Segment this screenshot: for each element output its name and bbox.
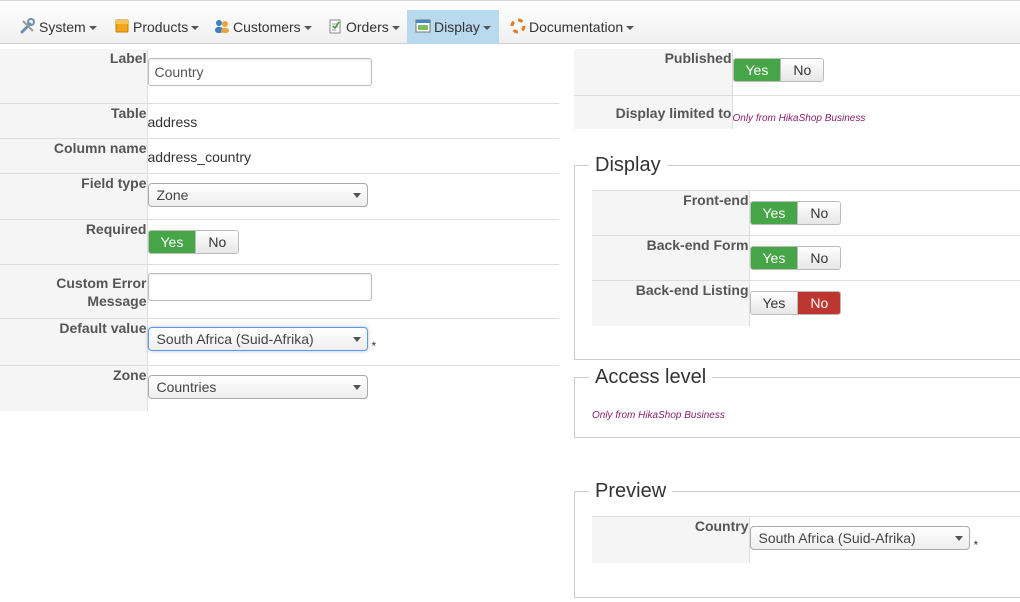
published-toggle: Yes No <box>732 58 825 82</box>
required-no-button[interactable]: No <box>195 230 239 253</box>
field-type-label: Field type <box>0 173 148 219</box>
row-required: Required Yes No <box>0 219 559 264</box>
published-yes-button[interactable]: Yes <box>733 59 781 81</box>
caret-down-icon <box>391 26 400 30</box>
row-backend-form: Back-end Form Yes No <box>592 235 1020 281</box>
access-level-note: Only from HikaShop Business <box>592 410 725 421</box>
row-table: Table address <box>0 103 559 138</box>
chevron-down-icon <box>352 336 361 342</box>
row-backend-listing: Back-end Listing Yes No <box>592 280 1020 326</box>
chevron-down-icon <box>352 384 361 390</box>
display-legend: Display <box>589 153 667 177</box>
display-table: Front-end Yes No Back-end Form Yes No Back… <box>592 190 1020 326</box>
menu-display[interactable]: Display <box>407 10 499 44</box>
label-input[interactable] <box>147 58 372 86</box>
clipboard-icon <box>327 18 343 34</box>
backend-form-yes-button[interactable]: Yes <box>750 247 798 269</box>
row-frontend: Front-end Yes No <box>592 190 1020 236</box>
field-properties-table: Label Table address Column name address_… <box>0 49 559 411</box>
required-yes-button[interactable]: Yes <box>148 230 196 253</box>
label-label: Label <box>0 49 148 103</box>
backend-form-label: Back-end Form <box>592 235 750 281</box>
caret-down-icon <box>88 26 97 30</box>
menu-display-label: Display <box>434 19 480 35</box>
menu-documentation[interactable]: Documentation <box>502 10 642 44</box>
frontend-toggle: Yes No <box>749 201 842 225</box>
row-zone: Zone Countries <box>0 365 559 411</box>
top-menu-bar: System Products Customers Orders Display… <box>0 0 1020 44</box>
menu-customers-label: Customers <box>233 19 301 35</box>
required-star: * <box>371 338 377 353</box>
backend-form-toggle: Yes No <box>749 246 842 270</box>
chevron-down-icon <box>352 192 361 198</box>
preview-country-selected: South Africa (Suid-Afrika) <box>758 530 916 546</box>
custom-error-input[interactable] <box>147 272 372 301</box>
box-icon <box>114 18 130 34</box>
preview-country-select[interactable]: South Africa (Suid-Afrika) <box>749 526 970 550</box>
menu-orders-label: Orders <box>346 19 389 35</box>
window-icon <box>415 18 431 34</box>
menu-products-label: Products <box>133 19 189 35</box>
chevron-down-icon <box>954 536 963 541</box>
field-type-selected: Zone <box>156 186 189 203</box>
users-icon <box>214 18 230 34</box>
access-level-legend: Access level <box>589 365 713 389</box>
required-star: * <box>973 538 979 552</box>
column-name-value: address_country <box>147 148 252 165</box>
preview-country-label: Country <box>592 516 750 563</box>
wrench-icon <box>20 18 36 34</box>
default-value-label: Default value <box>0 318 148 365</box>
publish-table: Published Yes No Display limited to Only … <box>574 49 1020 129</box>
menu-customers[interactable]: Customers <box>206 10 320 44</box>
table-value: address <box>147 113 198 130</box>
row-published: Published Yes No <box>574 49 1020 95</box>
frontend-no-button[interactable]: No <box>797 202 841 224</box>
frontend-yes-button[interactable]: Yes <box>750 202 798 224</box>
caret-down-icon <box>482 26 491 30</box>
caret-down-icon <box>191 26 200 30</box>
row-default-value: Default value South Africa (Suid-Afrika)… <box>0 318 559 365</box>
table-label: Table <box>0 103 148 138</box>
column-name-label: Column name <box>0 138 148 173</box>
published-label: Published <box>574 49 733 95</box>
default-value-select[interactable]: South Africa (Suid-Afrika) <box>147 326 368 351</box>
caret-down-icon <box>626 26 635 30</box>
required-label: Required <box>0 219 148 264</box>
preview-table: Country South Africa (Suid-Afrika) * <box>592 516 1020 563</box>
field-type-select[interactable]: Zone <box>147 182 368 207</box>
zone-label: Zone <box>0 365 148 411</box>
required-toggle: Yes No <box>147 229 240 254</box>
menu-documentation-label: Documentation <box>529 19 624 35</box>
default-value-selected: South Africa (Suid-Afrika) <box>156 330 314 347</box>
backend-listing-toggle: Yes No <box>749 291 842 315</box>
row-label: Label <box>0 49 559 103</box>
menu-system[interactable]: System <box>12 10 105 44</box>
row-field-type: Field type Zone <box>0 173 559 219</box>
zone-selected: Countries <box>156 378 217 395</box>
backend-listing-yes-button[interactable]: Yes <box>750 292 798 314</box>
display-limited-note: Only from HikaShop Business <box>732 112 866 124</box>
menu-orders[interactable]: Orders <box>319 10 408 44</box>
frontend-label: Front-end <box>592 190 750 236</box>
preview-fieldset: Preview Country South Africa (Suid-Afrik… <box>574 479 1020 598</box>
row-custom-error: Custom Error Message <box>0 264 559 318</box>
published-no-button[interactable]: No <box>780 59 824 81</box>
row-display-limited: Display limited to Only from HikaShop Bu… <box>574 95 1020 129</box>
caret-down-icon <box>303 26 312 30</box>
backend-listing-no-button[interactable]: No <box>797 292 841 314</box>
custom-error-label: Custom Error Message <box>0 264 148 318</box>
menu-system-label: System <box>39 19 86 35</box>
menu-products[interactable]: Products <box>106 10 207 44</box>
row-column-name: Column name address_country <box>0 138 559 173</box>
display-limited-label: Display limited to <box>574 95 733 129</box>
row-preview-country: Country South Africa (Suid-Afrika) * <box>592 516 1020 563</box>
zone-select[interactable]: Countries <box>147 374 368 399</box>
backend-listing-label: Back-end Listing <box>592 280 750 326</box>
backend-form-no-button[interactable]: No <box>797 247 841 269</box>
display-fieldset: Display Front-end Yes No Back-end Form Ye… <box>574 153 1020 360</box>
access-level-fieldset: Access level Only from HikaShop Business <box>574 365 1020 438</box>
preview-legend: Preview <box>589 479 673 503</box>
lifebuoy-icon <box>510 18 526 34</box>
